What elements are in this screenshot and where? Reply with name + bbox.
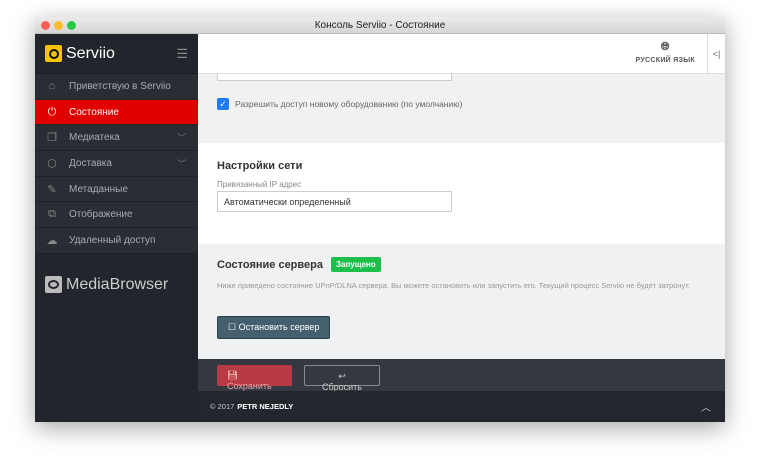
title-bar: Консоль Serviio - Состояние (35, 17, 725, 34)
collapse-panel-button[interactable]: <| (707, 34, 725, 74)
language-selector[interactable]: 🌐︎ РУССКИЙ ЯЗЫК (636, 41, 695, 64)
status-badge: Запущено (330, 257, 381, 272)
window-title: Консоль Serviio - Состояние (314, 20, 446, 31)
ip-label: Привязанный IP адрес (217, 180, 302, 189)
network-section: Настройки сети Привязанный IP адрес Авто… (198, 143, 725, 244)
sidebar-item-label: Медиатека (69, 132, 120, 144)
library-icon: ❐ (47, 132, 57, 145)
sidebar-header: Serviio ☰ (35, 34, 198, 74)
access-section: ✓ Разрешить доступ новому оборудованию (п… (198, 66, 725, 143)
sidebar-item-delivery[interactable]: ⬡ Доставка ﹀ (35, 151, 198, 177)
actions-bar: 💾︎ Сохранить ↩ Сбросить (198, 359, 725, 392)
cloud-icon: ☁ (46, 234, 58, 247)
save-icon: 💾︎ (227, 369, 239, 380)
mediabrowser-link[interactable]: MediaBrowser (35, 254, 198, 316)
stop-server-button[interactable]: ☐ Остановить сервер (217, 316, 331, 339)
server-description: Ниже приведено состояние UPnP/DLNA серве… (217, 281, 690, 290)
scroll-top-icon[interactable]: ︿ (701, 399, 711, 414)
chevron-down-icon: ﹀ (176, 133, 186, 144)
minimize-window-button[interactable] (54, 21, 63, 30)
reset-label: Сбросить (321, 381, 362, 392)
display-icon: ⧉ (48, 208, 56, 221)
checkmark-icon[interactable]: ✓ (217, 98, 229, 110)
top-bar: 🌐︎ РУССКИЙ ЯЗЫК <| (198, 34, 725, 74)
mediabrowser-label: MediaBrowser (66, 275, 169, 293)
box-icon: ⬡ (47, 157, 57, 170)
maximize-window-button[interactable] (67, 21, 76, 30)
allow-new-devices-checkbox[interactable]: ✓ Разрешить доступ новому оборудованию (п… (217, 98, 462, 110)
sidebar-item-remote-access[interactable]: ☁ Удаленный доступ (35, 228, 198, 254)
home-icon: ⌂ (48, 80, 56, 93)
copyright: © 2017 (210, 402, 235, 411)
close-window-button[interactable] (41, 21, 50, 30)
server-status-section: Состояние сервера Запущено Ниже приведено… (198, 244, 725, 359)
stop-icon: ☐ (228, 322, 239, 332)
sidebar-item-library[interactable]: ❐ Медиатека ﹀ (35, 125, 198, 152)
sidebar-item-status[interactable]: ⏻ Состояние (35, 99, 198, 126)
language-label: РУССКИЙ ЯЗЫК (635, 57, 695, 64)
brand-name: Serviio (66, 44, 115, 62)
sidebar-item-metadata[interactable]: ✎ Метаданные (35, 176, 198, 203)
sidebar-item-label: Приветствую в Serviio (69, 80, 171, 92)
sidebar-item-welcome[interactable]: ⌂ Приветствую в Serviio (35, 74, 198, 100)
footer: © 2017 PETR NEJEDLY ︿ (198, 391, 725, 422)
server-status-title: Состояние сервера (217, 259, 323, 271)
stop-server-label: Остановить сервер (238, 322, 320, 332)
network-title: Настройки сети (217, 160, 303, 172)
checkbox-label: Разрешить доступ новому оборудованию (по… (235, 99, 463, 109)
app-window: Консоль Serviio - Состояние Serviio ☰ ⌂ П… (35, 17, 725, 422)
mediabrowser-logo-icon (45, 276, 62, 294)
chevron-down-icon: ﹀ (176, 158, 186, 169)
author: PETR NEJEDLY (237, 402, 294, 411)
serviio-logo-icon (45, 45, 62, 62)
main-content: 🌐︎ РУССКИЙ ЯЗЫК <| ✓ Разрешить доступ ново… (198, 34, 725, 422)
reset-button[interactable]: ↩ Сбросить (304, 364, 380, 392)
undo-icon: ↩ (338, 370, 346, 381)
globe-icon: 🌐︎ (660, 41, 670, 53)
menu-icon[interactable]: ☰ (176, 46, 188, 62)
sidebar-item-label: Состояние (69, 106, 119, 118)
sidebar-item-label: Метаданные (69, 183, 128, 195)
ip-address-select[interactable]: Автоматически определенный (217, 191, 452, 212)
server-status-heading: Состояние сервера Запущено (217, 257, 381, 272)
sidebar-item-presentation[interactable]: ⧉ Отображение (35, 202, 198, 229)
edit-icon: ✎ (47, 183, 57, 196)
save-button[interactable]: 💾︎ Сохранить (217, 364, 292, 391)
plug-icon: ⏻ (47, 105, 57, 118)
sidebar-item-label: Отображение (69, 209, 133, 221)
sidebar: Serviio ☰ ⌂ Приветствую в Serviio ⏻ Состоя… (35, 34, 198, 422)
save-label: Сохранить (227, 380, 272, 391)
sidebar-item-label: Доставка (69, 157, 112, 169)
sidebar-item-label: Удаленный доступ (69, 234, 156, 246)
